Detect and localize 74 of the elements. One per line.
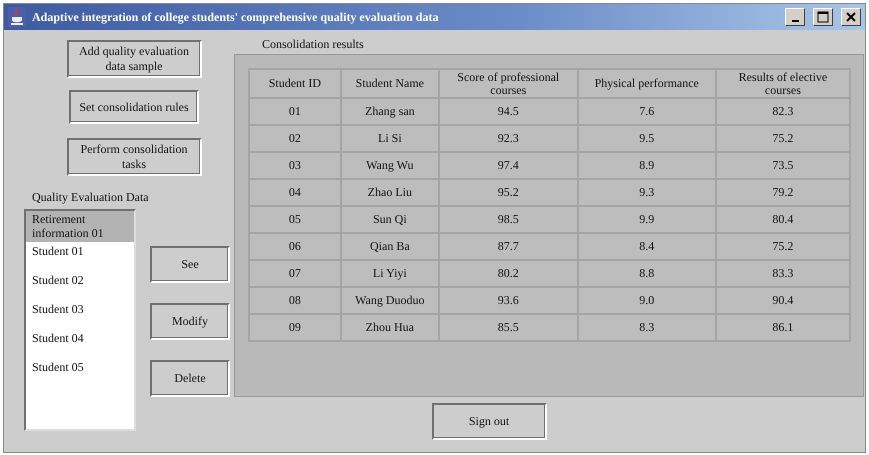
table-cell: 79.2	[716, 179, 850, 206]
list-item[interactable]: Student 04	[26, 329, 134, 358]
list-item[interactable]: Student 01	[26, 242, 134, 271]
table-cell: 7.6	[578, 98, 716, 125]
table-cell: Qian Ba	[340, 233, 439, 260]
table-cell: Wang Duoduo	[340, 287, 439, 314]
table-cell: 85.5	[438, 314, 578, 341]
table-cell: Li Si	[340, 125, 439, 152]
table-cell: 8.8	[578, 260, 716, 287]
table-cell: 80.2	[438, 260, 578, 287]
column-header: Results of elective courses	[716, 69, 850, 98]
table-cell: Zhao Liu	[340, 179, 439, 206]
action-button[interactable]: Perform consolidation tasks	[66, 138, 202, 176]
table-cell: 80.4	[716, 206, 850, 233]
table-cell: 86.1	[716, 314, 850, 341]
list-item[interactable]: Student 03	[26, 300, 134, 329]
table-cell: 8.4	[578, 233, 716, 260]
table-cell: 83.3	[716, 260, 850, 287]
close-button[interactable]	[841, 8, 861, 26]
table-cell: 05	[249, 206, 341, 233]
table-cell: 75.2	[716, 233, 850, 260]
table-cell: Li Yiyi	[340, 260, 439, 287]
table-cell: Zhou Hua	[340, 314, 439, 341]
table-cell: 82.3	[716, 98, 850, 125]
item-action-button[interactable]: See	[150, 246, 230, 283]
table-cell: 75.2	[716, 125, 850, 152]
column-header: Physical performance	[578, 69, 716, 98]
sign-out-button[interactable]: Sign out	[432, 403, 546, 440]
maximize-icon	[817, 11, 829, 23]
action-button[interactable]: Add quality evaluation data sample	[66, 40, 202, 78]
table-cell: 73.5	[716, 152, 850, 179]
table-cell: 90.4	[716, 287, 850, 314]
table-cell: 9.3	[578, 179, 716, 206]
table-cell: 87.7	[438, 233, 578, 260]
table-cell: Sun Qi	[340, 206, 439, 233]
minimize-icon	[792, 20, 798, 22]
item-action-button[interactable]: Modify	[150, 303, 230, 340]
table-cell: 92.3	[438, 125, 578, 152]
minimize-button[interactable]	[785, 8, 805, 26]
table-cell: 9.5	[578, 125, 716, 152]
table-cell: 01	[249, 98, 341, 125]
column-header: Student ID	[249, 69, 341, 98]
list-item[interactable]: Student 05	[26, 358, 134, 387]
table-cell: 08	[249, 287, 341, 314]
list-label: Quality Evaluation Data	[32, 190, 150, 205]
maximize-button[interactable]	[813, 8, 833, 26]
table-cell: 02	[249, 125, 341, 152]
table-cell: 93.6	[438, 287, 578, 314]
table-cell: Wang Wu	[340, 152, 439, 179]
table-cell: 8.3	[578, 314, 716, 341]
list-item[interactable]: Retirement information 01	[26, 211, 134, 242]
table-cell: 04	[249, 179, 341, 206]
table-cell: 9.0	[578, 287, 716, 314]
table-cell: 8.9	[578, 152, 716, 179]
data-list[interactable]: Retirement information 01 Student 01 Student 02 Student 03 Student 04 Student 05	[24, 209, 136, 431]
table-cell: 9.9	[578, 206, 716, 233]
table-cell: 95.2	[438, 179, 578, 206]
table-cell: 07	[249, 260, 341, 287]
java-cup-icon	[8, 7, 26, 27]
window-title: Adaptive integration of college students' comprehensive quality evaluation data	[32, 10, 440, 24]
table-cell: 94.5	[438, 98, 578, 125]
table-cell: 09	[249, 314, 341, 341]
results-label: Consolidation results	[262, 37, 365, 52]
table-cell: 06	[249, 233, 341, 260]
column-header: Student Name	[340, 69, 439, 98]
table-cell: Zhang san	[340, 98, 439, 125]
item-action-button[interactable]: Delete	[150, 360, 230, 397]
list-item[interactable]: Student 02	[26, 271, 134, 300]
table-cell: 98.5	[438, 206, 578, 233]
action-button[interactable]: Set consolidation rules	[69, 90, 199, 124]
column-header: Score of professional courses	[438, 69, 578, 98]
table-cell: 03	[249, 152, 341, 179]
table-cell: 97.4	[438, 152, 578, 179]
close-icon	[846, 12, 856, 22]
